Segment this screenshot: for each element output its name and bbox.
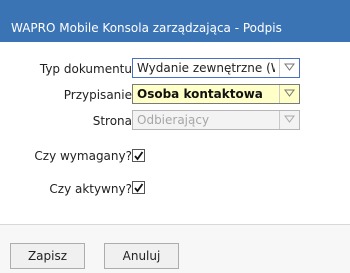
assignment-select[interactable]: Osoba kontaktowa (132, 84, 300, 104)
document-type-dropdown-button[interactable] (279, 59, 299, 77)
side-label: Strona (92, 114, 132, 128)
chevron-down-icon (284, 115, 295, 123)
side-value: Odbierający (137, 113, 210, 127)
window-title: WAPRO Mobile Konsola zarządzająca - Podp… (11, 21, 282, 35)
assignment-dropdown-button[interactable] (279, 85, 299, 103)
cancel-button[interactable]: Anuluj (104, 243, 179, 269)
title-bar: WAPRO Mobile Konsola zarządzająca - Podp… (0, 0, 350, 42)
active-label: Czy aktywny? (49, 182, 132, 196)
document-type-select[interactable]: Wydanie zewnętrzne (W (132, 58, 300, 78)
chevron-down-icon (284, 89, 295, 97)
required-label: Czy wymagany? (34, 149, 132, 163)
required-checkbox[interactable] (132, 149, 145, 162)
checkmark-icon (134, 183, 144, 193)
assignment-label: Przypisanie (63, 88, 132, 102)
dialog-window: WAPRO Mobile Konsola zarządzająca - Podp… (0, 0, 350, 273)
active-checkbox[interactable] (132, 181, 145, 194)
assignment-value: Osoba kontaktowa (137, 87, 263, 101)
side-select: Odbierający (132, 110, 300, 130)
checkmark-icon (134, 151, 144, 161)
document-type-label: Typ dokumentu (39, 62, 132, 76)
document-type-value: Wydanie zewnętrzne (W (137, 61, 275, 75)
save-button[interactable]: Zapisz (10, 243, 85, 269)
side-dropdown-button (279, 111, 299, 129)
chevron-down-icon (284, 63, 295, 71)
